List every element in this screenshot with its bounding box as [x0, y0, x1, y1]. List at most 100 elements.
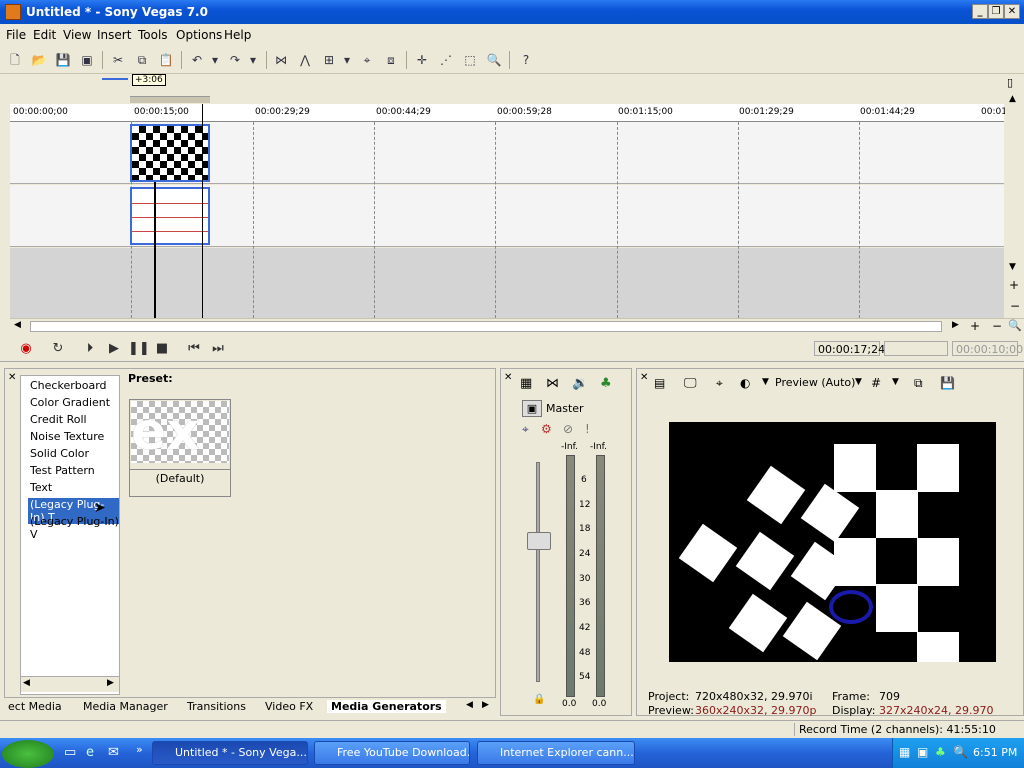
menu-edit[interactable]: Edit — [33, 28, 56, 42]
timeline-vertical-scrollbar[interactable]: ▯ ▲ ▼ + − — [1005, 74, 1024, 318]
paste-icon[interactable]: 📋 — [157, 51, 175, 69]
cut-icon[interactable]: ✂ — [109, 51, 127, 69]
vegas-app-icon[interactable] — [5, 4, 21, 20]
tray-network-icon[interactable]: ▦ — [899, 745, 910, 759]
whats-this-help-icon[interactable]: ? — [517, 51, 535, 69]
save-icon[interactable]: 💾 — [54, 51, 72, 69]
redo-dropdown-icon[interactable]: ▾ — [244, 51, 262, 69]
zoom-tool-icon[interactable]: 🔍 — [485, 51, 503, 69]
tab-media-manager[interactable]: Media Manager — [83, 700, 168, 713]
checkerboard-video-clip[interactable] — [130, 124, 210, 182]
tab-media-generators[interactable]: Media Generators — [327, 700, 446, 713]
tab-scroll-left-icon[interactable]: ◀ — [466, 700, 473, 710]
cursor-time-display[interactable]: 00:00:17;24 — [814, 341, 885, 356]
tab-transitions[interactable]: Transitions — [187, 700, 246, 713]
timeline-horizontal-scrollbar[interactable]: ◀ ▶ + − 🔍 — [10, 318, 1024, 334]
list-item[interactable]: Checkerboard — [30, 379, 107, 392]
undo-icon[interactable]: ↶ — [188, 51, 206, 69]
mixer-properties-icon[interactable]: ▦ — [520, 376, 532, 391]
menu-file[interactable]: File — [6, 28, 26, 42]
taskbar-button-internet-explorer[interactable]: Internet Explorer cann... — [477, 741, 635, 765]
ripple-edit-icon[interactable]: ⊞ — [320, 51, 338, 69]
audio-clip[interactable] — [130, 187, 210, 245]
copy-snapshot-icon[interactable]: ⧉ — [914, 376, 923, 391]
lock-envelopes-icon[interactable]: ⌖ — [358, 51, 376, 69]
selection-tool-icon[interactable]: ⬚ — [461, 51, 479, 69]
timeline-cursor[interactable] — [154, 182, 156, 318]
zoom-in-icon[interactable]: + — [1009, 278, 1019, 292]
play-from-start-icon[interactable]: ⏵ — [80, 340, 100, 358]
master-fader-track[interactable] — [536, 462, 540, 682]
split-screen-icon[interactable]: ⌖ — [716, 376, 723, 391]
downmix-icon[interactable]: ⋈ — [546, 376, 559, 391]
preview-quality-dropdown[interactable]: Preview (Auto) — [775, 376, 855, 389]
open-icon[interactable]: 📂 — [30, 51, 48, 69]
overlays-icon[interactable]: ◐ — [740, 376, 750, 390]
new-icon[interactable]: 🗋 — [6, 51, 24, 69]
menu-options[interactable]: Options — [176, 28, 222, 42]
undo-dropdown-icon[interactable]: ▾ — [206, 51, 224, 69]
auto-crossfade-icon[interactable]: ⋀ — [296, 51, 314, 69]
selection-end-display[interactable]: 00:00:10;00 — [952, 341, 1023, 356]
menu-help[interactable]: Help — [224, 28, 251, 42]
master-fx-icon[interactable]: ▣ — [522, 400, 542, 417]
tray-shield-icon[interactable]: ♣ — [935, 745, 946, 759]
properties-icon[interactable]: ▣ — [78, 51, 96, 69]
menu-tools[interactable]: Tools — [138, 28, 168, 42]
zoom-in-horizontal-icon[interactable]: + — [970, 319, 980, 333]
overlays-dropdown-icon[interactable]: ▼ — [762, 377, 769, 387]
quick-launch-expand-icon[interactable]: » — [136, 743, 143, 756]
envelope-tool-icon[interactable]: ⋰ — [437, 51, 455, 69]
menu-insert[interactable]: Insert — [97, 28, 131, 42]
tray-search-icon[interactable]: 🔍 — [953, 745, 968, 759]
go-to-start-icon[interactable]: ⏮ — [184, 340, 204, 358]
selection-start-display[interactable] — [884, 341, 948, 356]
ignore-grouping-icon[interactable]: ⧈ — [382, 51, 400, 69]
external-monitor-icon[interactable]: 🖵 — [684, 376, 697, 391]
generator-list[interactable]: Checkerboard Color Gradient Credit Roll … — [20, 375, 120, 695]
scroll-right-icon[interactable]: ▶ — [952, 320, 959, 330]
insert-bus-icon[interactable]: ♣ — [600, 376, 612, 391]
play-icon[interactable]: ▶ — [104, 340, 124, 358]
marker-flag-icon[interactable]: ▯ — [1007, 76, 1013, 89]
list-item[interactable]: Solid Color — [30, 447, 89, 460]
loop-playback-icon[interactable]: ↻ — [48, 340, 68, 358]
save-snapshot-icon[interactable]: 💾 — [940, 376, 955, 390]
bus-routing-icon[interactable]: ⌖ — [522, 422, 529, 437]
grid-icon[interactable]: # — [871, 376, 881, 390]
lock-icon[interactable]: 🔒 — [533, 694, 545, 705]
zoom-out-icon[interactable]: − — [1010, 299, 1020, 313]
empty-track-area[interactable] — [10, 248, 1004, 318]
ripple-dropdown-icon[interactable]: ▾ — [338, 51, 356, 69]
zoom-magnifier-icon[interactable]: 🔍 — [1008, 319, 1022, 332]
close-panel-icon[interactable]: ✕ — [8, 372, 16, 383]
stop-icon[interactable]: ■ — [152, 340, 172, 358]
time-ruler[interactable]: 00:00:00;00 00:00:15;00 00:00:29;29 00:0… — [10, 104, 1024, 122]
scroll-right-icon[interactable]: ▶ — [107, 678, 114, 688]
scroll-up-icon[interactable]: ▲ — [1009, 94, 1016, 104]
list-item[interactable]: Credit Roll — [30, 413, 87, 426]
snapping-icon[interactable]: ⋈ — [272, 51, 290, 69]
scroll-left-icon[interactable]: ◀ — [14, 320, 21, 330]
master-fader-knob[interactable] — [527, 532, 551, 550]
tab-video-fx[interactable]: Video FX — [265, 700, 313, 713]
start-button[interactable] — [2, 740, 54, 768]
list-item[interactable]: Color Gradient — [30, 396, 110, 409]
close-mixer-icon[interactable]: ✕ — [504, 372, 512, 383]
close-button[interactable]: ✕ — [1004, 4, 1020, 19]
list-item[interactable]: Text — [30, 481, 52, 494]
mute-icon[interactable]: ⊘ — [563, 422, 573, 436]
scroll-left-icon[interactable]: ◀ — [23, 678, 30, 688]
selection-end-marker[interactable] — [202, 104, 203, 318]
grid-dropdown-icon[interactable]: ▼ — [892, 377, 899, 387]
copy-icon[interactable]: ⧉ — [133, 51, 151, 69]
scroll-thumb[interactable] — [30, 321, 942, 332]
preview-properties-icon[interactable]: ▤ — [654, 376, 665, 390]
zoom-out-horizontal-icon[interactable]: − — [992, 319, 1002, 333]
list-item[interactable]: (Legacy Plug-In) V — [30, 515, 119, 541]
go-to-end-icon[interactable]: ⏭ — [208, 340, 228, 358]
loop-region-bar[interactable] — [130, 96, 210, 103]
solo-icon[interactable]: ! — [585, 422, 590, 436]
internet-explorer-icon[interactable]: e — [86, 745, 94, 760]
show-desktop-icon[interactable]: ▭ — [64, 745, 76, 760]
